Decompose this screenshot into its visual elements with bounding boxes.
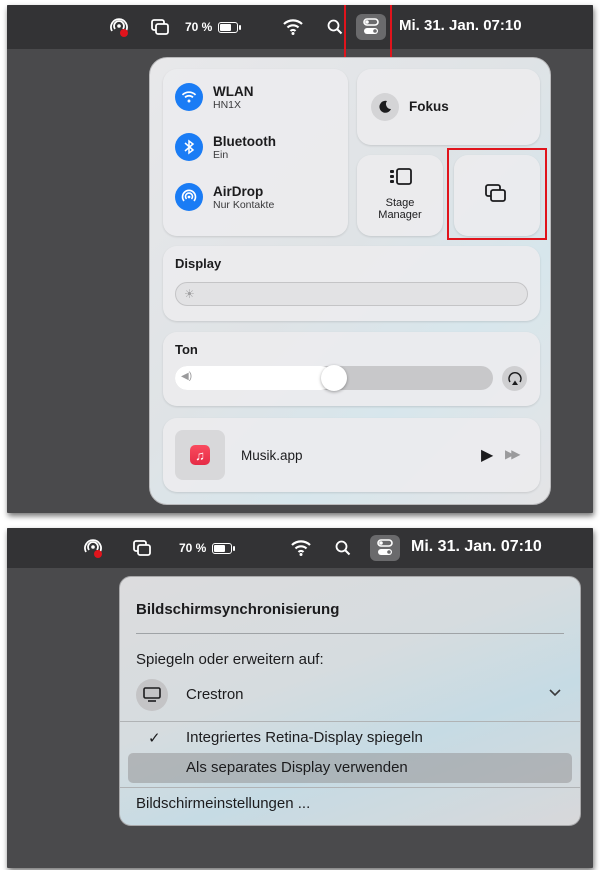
battery-percent: 70 % (179, 541, 207, 555)
battery-percent: 70 % (185, 20, 213, 34)
volume-knob[interactable] (321, 365, 347, 391)
music-app-label: Musik.app (241, 448, 303, 463)
spotlight-search-icon[interactable] (325, 17, 345, 37)
control-center-screenshot: 70 % Mi. 31. Jan. 07:10 WLAN HN1X Blueto… (7, 5, 593, 513)
menu-title: Bildschirmsynchronisierung (136, 601, 340, 618)
chevron-down-icon[interactable] (548, 685, 562, 704)
option-extend[interactable]: Als separates Display verwenden (128, 753, 572, 783)
menu-bar: 70 % Mi. 31. Jan. 07:10 (7, 528, 593, 568)
wifi-subtitle: HN1X (213, 98, 242, 111)
now-playing-tile[interactable]: ♫ Musik.app ▶ ▶▶ (163, 418, 540, 492)
music-app-icon: ♫ (190, 445, 210, 465)
moon-icon (371, 93, 399, 121)
airplay-audio-button[interactable] (502, 366, 527, 391)
battery-icon (218, 21, 242, 33)
divider (136, 633, 564, 634)
sound-tile: Ton ◀) (163, 332, 540, 406)
wifi-icon[interactable] (281, 16, 305, 38)
battery-icon (212, 542, 236, 554)
option-mirror-label: Integriertes Retina-Display spiegeln (186, 729, 423, 746)
speaker-icon: ◀) (181, 371, 193, 382)
battery-status[interactable]: 70 % (179, 538, 236, 558)
device-name: Crestron (186, 686, 244, 703)
section-label: Spiegeln oder erweitern auf: (136, 651, 324, 668)
album-art: ♫ (175, 430, 225, 480)
bluetooth-toggle[interactable]: Bluetooth Ein (175, 133, 276, 161)
airdrop-title: AirDrop (213, 183, 264, 199)
airdrop-toggle[interactable]: AirDrop Nur Kontakte (175, 183, 274, 211)
wifi-toggle[interactable]: WLAN HN1X (175, 83, 254, 111)
wifi-icon (175, 83, 203, 111)
option-mirror[interactable]: ✓ Integriertes Retina-Display spiegeln (120, 725, 580, 753)
screen-mirroring-icon[interactable] (149, 16, 171, 38)
screen-mirroring-menu: Bildschirmsynchronisierung Spiegeln oder… (119, 576, 581, 826)
highlight-screen-mirroring (447, 148, 547, 240)
display-icon (136, 679, 168, 711)
bluetooth-subtitle: Ein (213, 148, 229, 161)
display-title: Display (175, 256, 222, 271)
display-settings-link[interactable]: Bildschirmeinstellungen ... (136, 795, 310, 812)
bluetooth-icon (175, 133, 203, 161)
device-crestron[interactable]: Crestron (120, 677, 580, 713)
play-icon[interactable]: ▶ (481, 445, 493, 465)
focus-button[interactable]: Fokus (357, 69, 540, 145)
airdrop-subtitle: Nur Kontakte (213, 198, 275, 211)
stage-manager-label-2: Manager (378, 209, 422, 221)
stage-manager-icon (389, 167, 413, 192)
stage-manager-button[interactable]: Stage Manager (357, 155, 443, 236)
display-tile: Display ☀ (163, 246, 540, 321)
divider (120, 787, 580, 788)
screen-mirroring-screenshot: 70 % Mi. 31. Jan. 07:10 Bildschirmsynchr… (7, 528, 593, 868)
wifi-title: WLAN (213, 83, 254, 99)
option-extend-label: Als separates Display verwenden (186, 759, 408, 776)
focus-label: Fokus (409, 99, 449, 114)
sound-title: Ton (175, 342, 198, 357)
brightness-icon: ☀ (184, 287, 195, 301)
airdrop-icon (175, 183, 203, 211)
brightness-slider[interactable]: ☀ (175, 282, 528, 306)
airplay-recording-icon[interactable] (107, 15, 131, 39)
screen-mirroring-icon[interactable] (131, 537, 153, 559)
network-tile: WLAN HN1X Bluetooth Ein AirDrop Nur Kont… (163, 69, 348, 236)
checkmark-icon: ✓ (148, 730, 161, 747)
date-time[interactable]: Mi. 31. Jan. 07:10 (399, 17, 522, 34)
volume-slider[interactable]: ◀) (175, 365, 493, 391)
wifi-icon[interactable] (289, 537, 313, 559)
stage-manager-label-1: Stage (385, 197, 415, 209)
volume-fill (175, 366, 333, 390)
airplay-recording-icon[interactable] (81, 536, 105, 560)
airplay-audio-icon (507, 371, 522, 385)
spotlight-search-icon[interactable] (333, 538, 353, 558)
control-center-icon[interactable] (369, 535, 401, 561)
control-center-panel: WLAN HN1X Bluetooth Ein AirDrop Nur Kont… (149, 57, 551, 505)
battery-status[interactable]: 70 % (185, 17, 242, 37)
bluetooth-title: Bluetooth (213, 133, 276, 149)
forward-icon[interactable]: ▶▶ (505, 447, 521, 461)
divider (120, 721, 580, 722)
menu-bar: 70 % Mi. 31. Jan. 07:10 (7, 5, 593, 49)
date-time[interactable]: Mi. 31. Jan. 07:10 (411, 538, 542, 556)
